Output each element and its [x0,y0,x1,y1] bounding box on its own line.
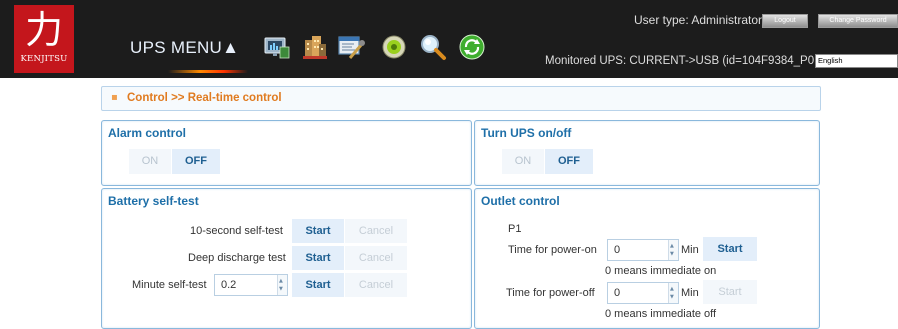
monitored-ups-label: Monitored UPS: CURRENT->USB (id=104F9384… [545,55,825,67]
spinner-arrows-icon[interactable]: ▲ ▼ [668,240,678,260]
minute-self-test-label: Minute self-test [132,279,207,291]
logout-button[interactable]: Logout [762,14,808,28]
minute-self-test-input[interactable]: ▲▼ [214,274,288,296]
minute-test-cancel-button[interactable]: Cancel [345,273,407,297]
panel-title: Alarm control [108,126,187,140]
logo-text: KENJITSU [20,54,68,64]
power-off-unit-label: Min [681,287,699,299]
power-disc-icon[interactable] [380,32,410,62]
battery-self-test-panel: Battery self-test 10-second self-test St… [101,188,472,329]
spinner-arrows-icon[interactable]: ▲ ▼ [277,275,287,295]
power-off-time-label: Time for power-off [506,287,595,299]
power-on-note: 0 means immediate on [605,265,717,277]
outlet-control-panel: Outlet control P1 Time for power-on ▲▼ M… [474,188,820,329]
power-on-start-button[interactable]: Start [703,237,757,261]
deep-discharge-cancel-button[interactable]: Cancel [345,246,407,270]
alarm-off-toggle[interactable]: OFF [172,149,220,174]
power-off-time-input[interactable]: ▲▼ [607,282,679,304]
ups-off-toggle[interactable]: OFF [545,149,593,174]
ten-second-test-label: 10-second self-test [190,225,283,237]
menu-underline [168,70,248,73]
logo-glyph: 力 [24,8,63,52]
panel-title: Turn UPS on/off [481,126,572,140]
panel-title: Outlet control [481,194,560,208]
deep-discharge-start-button[interactable]: Start [292,246,344,270]
deep-discharge-test-label: Deep discharge test [188,252,286,264]
alarm-on-toggle[interactable]: ON [129,149,171,174]
power-on-time-label: Time for power-on [508,244,597,256]
power-off-start-button[interactable]: Start [703,280,757,304]
language-select[interactable]: English [815,54,898,68]
refresh-icon[interactable] [458,32,488,62]
breadcrumb: ▪ Control >> Real-time control [101,86,821,111]
monitor-chart-icon[interactable] [262,32,292,62]
ten-second-cancel-button[interactable]: Cancel [345,219,407,243]
panel-title: Battery self-test [108,194,199,208]
user-type-label: User type: Administrator [634,13,763,27]
ups-onoff-panel: Turn UPS on/off ON OFF [474,120,820,186]
search-icon[interactable] [418,32,448,62]
outlet-name-label: P1 [508,223,522,235]
ten-second-start-button[interactable]: Start [292,219,344,243]
spinner-arrows-icon[interactable]: ▲ ▼ [668,283,678,303]
top-header: 力 KENJITSU UPS MENU▲ User type: Administ… [0,0,898,78]
breadcrumb-text: Control >> Real-time control [127,92,282,104]
settings-tools-icon[interactable] [336,32,366,62]
ups-menu-button[interactable]: UPS MENU▲ [130,38,239,58]
ups-on-toggle[interactable]: ON [502,149,544,174]
kenjitsu-logo: 力 KENJITSU [14,5,74,73]
change-password-button[interactable]: Change Password [818,14,898,28]
breadcrumb-bullet-icon: ▪ [111,92,118,103]
power-off-note: 0 means immediate off [605,308,717,320]
power-on-time-input[interactable]: ▲▼ [607,239,679,261]
buildings-icon[interactable] [300,32,330,62]
alarm-control-panel: Alarm control ON OFF [101,120,472,186]
power-on-unit-label: Min [681,244,699,256]
minute-test-start-button[interactable]: Start [292,273,344,297]
